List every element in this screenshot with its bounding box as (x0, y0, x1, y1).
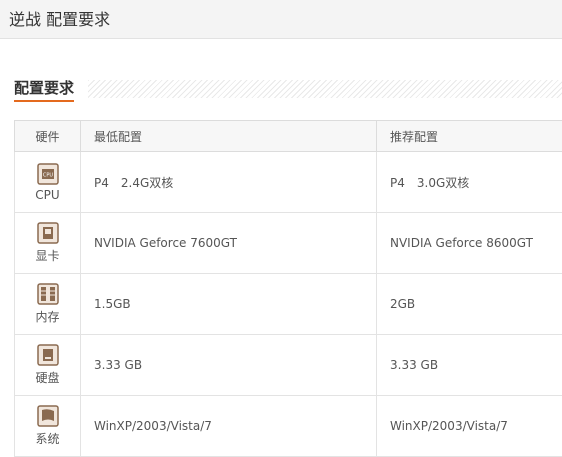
table-row: 显卡 NVIDIA Geforce 7600GT NVIDIA Geforce … (15, 213, 562, 274)
hardware-name: 内存 (15, 308, 80, 325)
hardware-name: CPU (15, 188, 80, 202)
hardware-cell: 硬盘 (15, 335, 81, 396)
minimum-value: WinXP/2003/Vista/7 (81, 396, 377, 457)
hardware-cell: CPU CPU (15, 152, 81, 213)
minimum-value: NVIDIA Geforce 7600GT (81, 213, 377, 274)
hard-disk-icon (37, 344, 59, 366)
section-title: 配置要求 (14, 78, 74, 102)
svg-text:CPU: CPU (42, 172, 53, 178)
table-row: 内存 1.5GB 2GB (15, 274, 562, 335)
table-row: 硬盘 3.33 GB 3.33 GB (15, 335, 562, 396)
hardware-cell: 系统 (15, 396, 81, 457)
hardware-name: 系统 (15, 430, 80, 447)
top-bar: 逆战 配置要求 (0, 0, 562, 39)
minimum-value: 3.33 GB (81, 335, 377, 396)
hardware-name: 显卡 (15, 247, 80, 264)
minimum-value: P4 2.4G双核 (81, 152, 377, 213)
os-flag-icon (37, 405, 59, 427)
hardware-name: 硬盘 (15, 369, 80, 386)
page-title: 逆战 配置要求 (9, 6, 110, 30)
hardware-cell: 显卡 (15, 213, 81, 274)
hardware-cell: 内存 (15, 274, 81, 335)
recommended-value: P4 3.0G双核 (377, 152, 562, 213)
recommended-value: 2GB (377, 274, 562, 335)
column-header-recommended: 推荐配置 (377, 121, 562, 152)
cpu-icon: CPU (37, 163, 59, 185)
graphics-card-icon (37, 222, 59, 244)
section-divider (88, 80, 562, 98)
recommended-value: NVIDIA Geforce 8600GT (377, 213, 562, 274)
recommended-value: WinXP/2003/Vista/7 (377, 396, 562, 457)
column-header-hardware: 硬件 (15, 121, 81, 152)
column-header-minimum: 最低配置 (81, 121, 377, 152)
section-header: 配置要求 (14, 78, 562, 102)
spec-table: 硬件 最低配置 推荐配置 CPU CPU P4 2.4G双核 P4 3.0G双核 (14, 120, 562, 457)
table-header-row: 硬件 最低配置 推荐配置 (15, 121, 562, 152)
table-row: 系统 WinXP/2003/Vista/7 WinXP/2003/Vista/7 (15, 396, 562, 457)
memory-icon (37, 283, 59, 305)
table-row: CPU CPU P4 2.4G双核 P4 3.0G双核 (15, 152, 562, 213)
recommended-value: 3.33 GB (377, 335, 562, 396)
minimum-value: 1.5GB (81, 274, 377, 335)
